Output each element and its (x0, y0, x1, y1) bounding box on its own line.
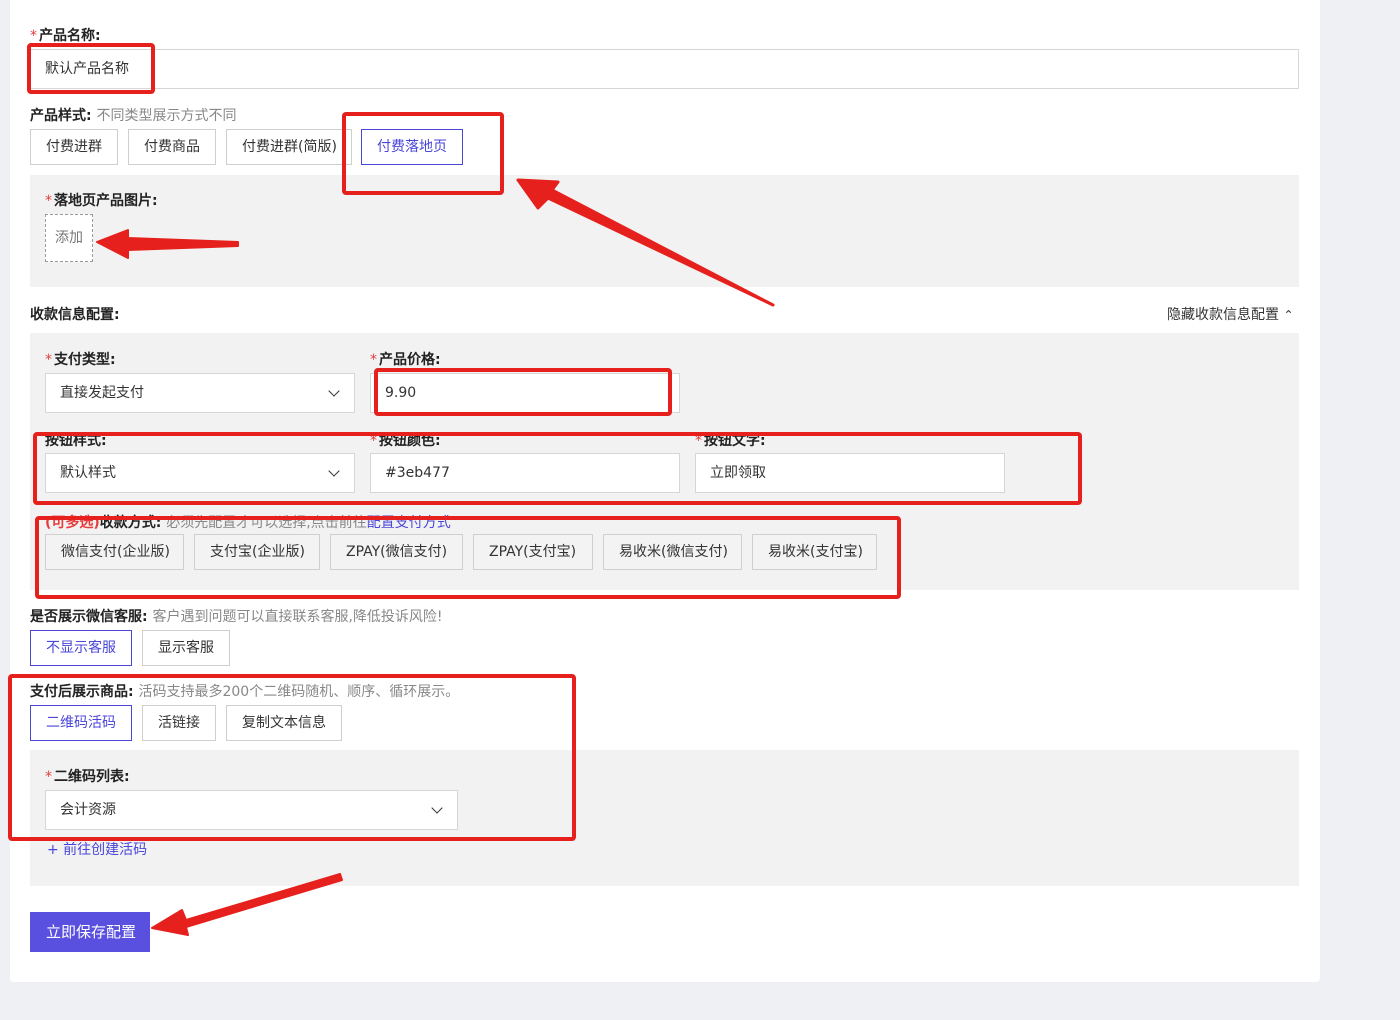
create-qr-link[interactable]: + 前往创建活码 (47, 839, 147, 859)
product-style-label: 产品样式: 不同类型展示方式不同 (30, 108, 237, 124)
wechat-service-label: 是否展示微信客服: 客户遇到问题可以直接联系客服,降低投诉风险! (30, 609, 443, 625)
annotation-box-product-name (27, 43, 155, 94)
landing-image-panel (30, 175, 1299, 287)
toggle-payment-config[interactable]: 隐藏收款信息配置 ⌃ (1167, 304, 1294, 324)
pay-type-label: * 支付类型: (45, 352, 116, 368)
price-label: * 产品价格: (370, 352, 441, 368)
annotation-box-collect-method (35, 516, 901, 599)
style-option-paid-goods[interactable]: 付费商品 (128, 129, 216, 165)
pay-type-select[interactable]: 直接发起支付 (45, 373, 355, 413)
payment-config-label: 收款信息配置: (30, 307, 120, 323)
annotation-box-button-settings (33, 432, 1082, 505)
save-config-button[interactable]: 立即保存配置 (30, 912, 150, 952)
product-name-label: * 产品名称: (30, 28, 101, 44)
annotation-box-price (374, 368, 672, 416)
double-chevron-up-icon: ⌃ (1283, 308, 1294, 322)
annotation-box-after-pay (8, 674, 576, 841)
style-option-paid-group[interactable]: 付费进群 (30, 129, 118, 165)
show-service-option[interactable]: 显示客服 (142, 630, 230, 666)
add-image-button[interactable]: 添加 (45, 214, 93, 262)
style-option-paid-group-lite[interactable]: 付费进群(简版) (226, 129, 352, 165)
landing-image-label: * 落地页产品图片: (45, 193, 158, 209)
product-name-input[interactable]: 默认产品名称 (30, 49, 1299, 89)
hide-service-option[interactable]: 不显示客服 (30, 630, 132, 666)
annotation-box-landing-page (342, 112, 504, 195)
